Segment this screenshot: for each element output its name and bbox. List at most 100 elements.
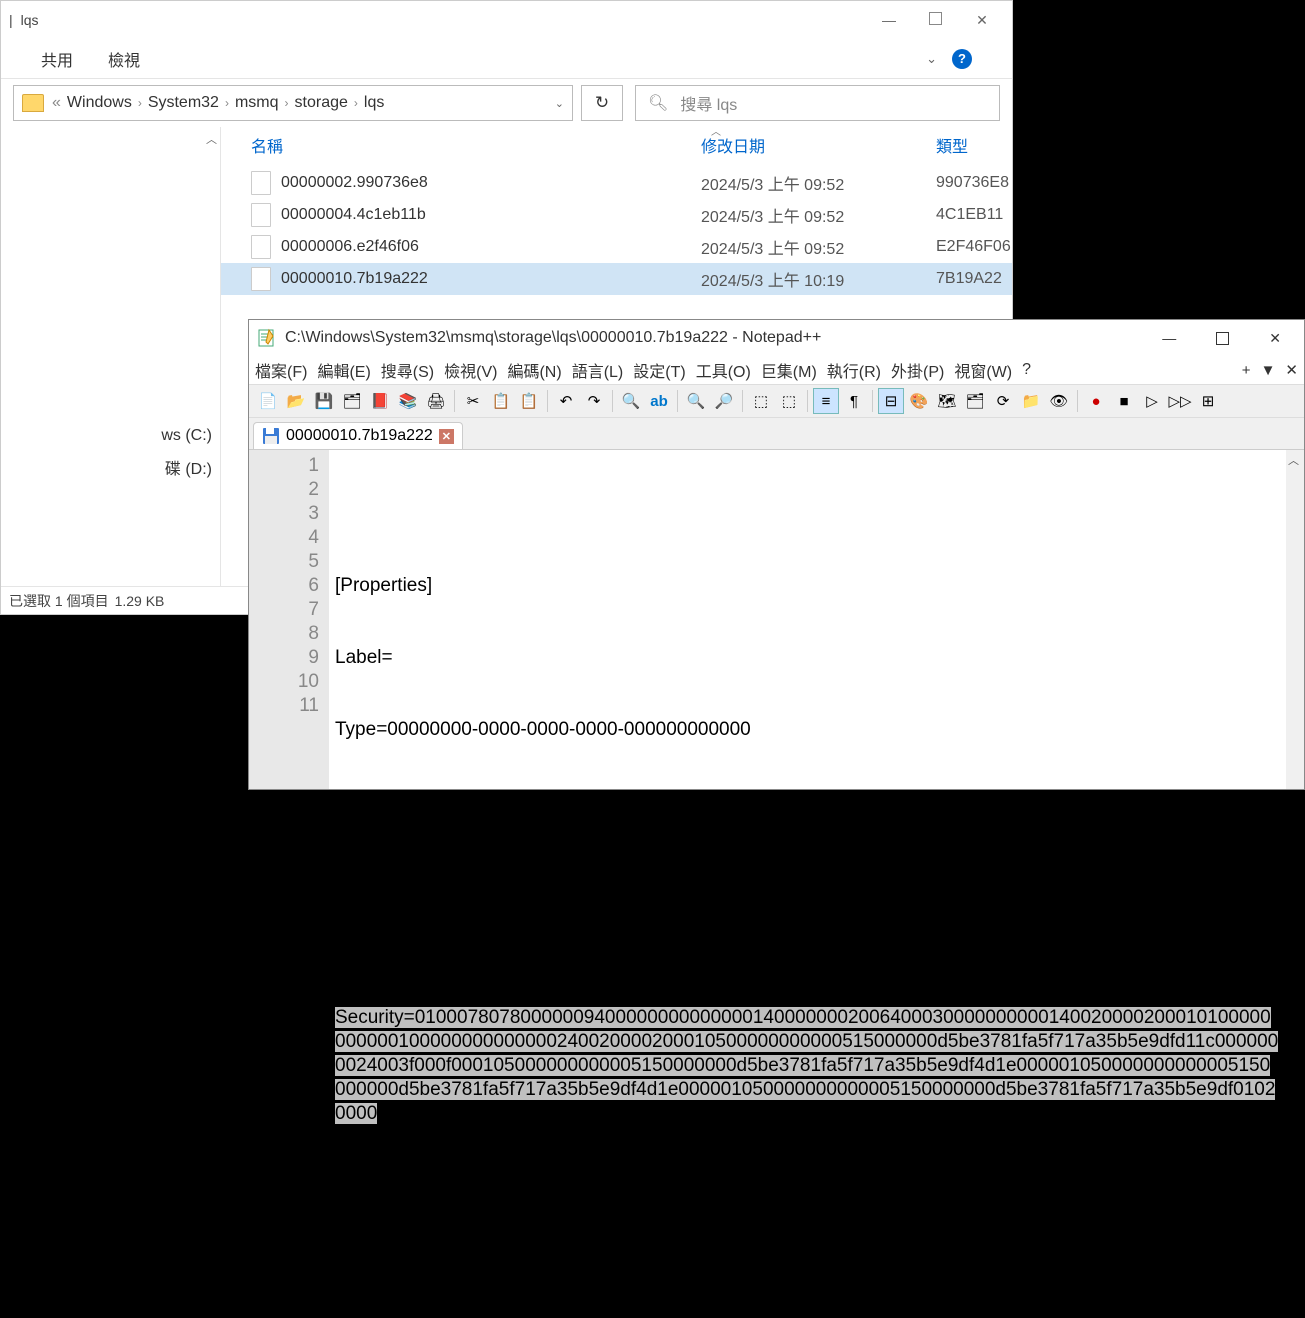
stop-icon[interactable]: ■: [1111, 388, 1137, 414]
toolbar-close-icon[interactable]: ✕: [1285, 361, 1298, 379]
ribbon-expand-icon[interactable]: ⌄: [926, 51, 937, 67]
doc-list-icon[interactable]: 🗂: [962, 388, 988, 414]
ribbon-tab-share[interactable]: 共用: [41, 47, 73, 71]
help-icon[interactable]: ?: [952, 49, 972, 69]
save-macro-icon[interactable]: ⊞: [1195, 388, 1221, 414]
column-name[interactable]: 名稱: [251, 133, 701, 157]
toolbar-down-icon[interactable]: ▼: [1261, 362, 1276, 379]
maximize-button[interactable]: [929, 12, 942, 25]
code-area[interactable]: [Properties] Label= Type=00000000-0000-0…: [329, 450, 1286, 789]
file-tab[interactable]: 00000010.7b19a222 ✕: [253, 422, 463, 449]
np-minimize-button[interactable]: —: [1162, 330, 1176, 346]
cut-icon[interactable]: ✂: [460, 388, 486, 414]
code-line: Label=: [335, 646, 1280, 670]
breadcrumb: Windows› System32› msmq› storage› lqs: [67, 94, 384, 112]
wrap-icon[interactable]: ≡: [813, 388, 839, 414]
sync-h-icon[interactable]: ⬚: [776, 388, 802, 414]
notepad-titlebar[interactable]: C:\Windows\System32\msmq\storage\lqs\000…: [249, 320, 1304, 356]
zoom-out-icon[interactable]: 🔎: [711, 388, 737, 414]
code-line: Journal=00: [335, 862, 1280, 886]
func-list-icon[interactable]: ⟳: [990, 388, 1016, 414]
menu-item[interactable]: 檔案(F): [255, 358, 307, 382]
lang-icon[interactable]: 🎨: [906, 388, 932, 414]
column-type[interactable]: 類型: [936, 133, 1012, 157]
copy-icon[interactable]: 📋: [488, 388, 514, 414]
search-icon: 🔍︎: [648, 93, 668, 113]
zoom-in-icon[interactable]: 🔍: [683, 388, 709, 414]
menu-item[interactable]: 檢視(V): [444, 358, 497, 382]
file-date: 2024/5/3 上午 09:52: [701, 203, 936, 227]
file-type: E2F46F06: [936, 238, 1012, 256]
show-chars-icon[interactable]: ¶: [841, 388, 867, 414]
open-file-icon[interactable]: 📂: [283, 388, 309, 414]
notepad-menubar: 檔案(F) 編輯(E) 搜尋(S) 檢視(V) 編碼(N) 語言(L) 設定(T…: [249, 356, 1304, 384]
minimize-button[interactable]: —: [879, 12, 899, 29]
menu-item[interactable]: 巨集(M): [761, 358, 817, 382]
find-icon[interactable]: 🔍: [618, 388, 644, 414]
file-name: 00000004.4c1eb11b: [281, 206, 701, 224]
crumb-lqs[interactable]: lqs: [364, 94, 384, 112]
nav-drive-c[interactable]: ws (C:): [1, 422, 220, 450]
menu-item[interactable]: 工具(O): [696, 358, 751, 382]
undo-icon[interactable]: ↶: [553, 388, 579, 414]
editor: 12345678 91011 [Properties] Label= Type=…: [249, 450, 1304, 789]
code-line: QueueName=\private$\myqueue: [335, 790, 1280, 814]
paste-icon[interactable]: 📋: [516, 388, 542, 414]
file-row[interactable]: 00000004.4c1eb11b2024/5/3 上午 09:524C1EB1…: [221, 199, 1012, 231]
np-maximize-button[interactable]: [1216, 332, 1229, 345]
close-button[interactable]: ✕: [972, 12, 992, 29]
address-bar[interactable]: « Windows› System32› msmq› storage› lqs …: [13, 85, 573, 121]
menu-item[interactable]: 外掛(P): [891, 358, 944, 382]
crumb-system32[interactable]: System32: [148, 94, 219, 112]
fast-icon[interactable]: ▷▷: [1167, 388, 1193, 414]
menu-item[interactable]: 編輯(E): [317, 358, 370, 382]
editor-scrollbar[interactable]: ︿: [1286, 450, 1304, 789]
navigation-pane[interactable]: ︿ ws (C:) 碟 (D:): [1, 127, 221, 586]
folder-icon[interactable]: 📁: [1018, 388, 1044, 414]
menu-item[interactable]: 設定(T): [633, 358, 685, 382]
file-type: 7B19A22: [936, 270, 1012, 288]
save-icon[interactable]: 💾: [311, 388, 337, 414]
record-icon[interactable]: ●: [1083, 388, 1109, 414]
search-input[interactable]: 🔍︎ 搜尋 lqs: [635, 85, 1000, 121]
menu-item[interactable]: 語言(L): [572, 358, 624, 382]
scrollbar-up-icon[interactable]: ︿: [206, 131, 217, 147]
nav-drive-d[interactable]: 碟 (D:): [1, 450, 220, 484]
breadcrumb-dropdown-icon[interactable]: ⌄: [555, 97, 564, 110]
save-all-icon[interactable]: 🗂: [339, 388, 365, 414]
menu-item[interactable]: 視窗(W): [954, 358, 1012, 382]
monitor-icon[interactable]: 👁: [1046, 388, 1072, 414]
address-bar-row: « Windows› System32› msmq› storage› lqs …: [1, 79, 1012, 127]
file-date: 2024/5/3 上午 10:19: [701, 267, 936, 291]
close-file-icon[interactable]: 📕: [367, 388, 393, 414]
replace-icon[interactable]: ab: [646, 388, 672, 414]
file-date: 2024/5/3 上午 09:52: [701, 171, 936, 195]
history-back-icon[interactable]: «: [52, 94, 61, 112]
sync-v-icon[interactable]: ⬚: [748, 388, 774, 414]
file-row[interactable]: 00000002.990736e82024/5/3 上午 09:52990736…: [221, 167, 1012, 199]
column-date[interactable]: 修改日期: [701, 133, 936, 157]
close-all-icon[interactable]: 📚: [395, 388, 421, 414]
tab-close-icon[interactable]: ✕: [439, 429, 454, 444]
file-icon: [251, 235, 271, 259]
print-icon[interactable]: 🖨: [423, 388, 449, 414]
play-icon[interactable]: ▷: [1139, 388, 1165, 414]
toolbar-plus-icon[interactable]: +: [1242, 362, 1251, 379]
menu-item[interactable]: 編碼(N): [507, 358, 561, 382]
ribbon-tab-view[interactable]: 檢視: [108, 47, 140, 71]
refresh-button[interactable]: ↻: [581, 85, 623, 121]
new-file-icon[interactable]: 📄: [255, 388, 281, 414]
np-close-button[interactable]: ✕: [1269, 330, 1281, 347]
redo-icon[interactable]: ↷: [581, 388, 607, 414]
file-row[interactable]: 00000010.7b19a2222024/5/3 上午 10:197B19A2…: [221, 263, 1012, 295]
map-icon[interactable]: 🗺: [934, 388, 960, 414]
crumb-windows[interactable]: Windows: [67, 94, 132, 112]
indent-guide-icon[interactable]: ⊟: [878, 388, 904, 414]
crumb-msmq[interactable]: msmq: [235, 94, 279, 112]
menu-item[interactable]: ?: [1022, 361, 1031, 379]
explorer-titlebar[interactable]: | lqs — ✕: [1, 1, 1012, 39]
crumb-storage[interactable]: storage: [295, 94, 348, 112]
menu-item[interactable]: 執行(R): [827, 358, 881, 382]
file-row[interactable]: 00000006.e2f46f062024/5/3 上午 09:52E2F46F…: [221, 231, 1012, 263]
menu-item[interactable]: 搜尋(S): [381, 358, 434, 382]
